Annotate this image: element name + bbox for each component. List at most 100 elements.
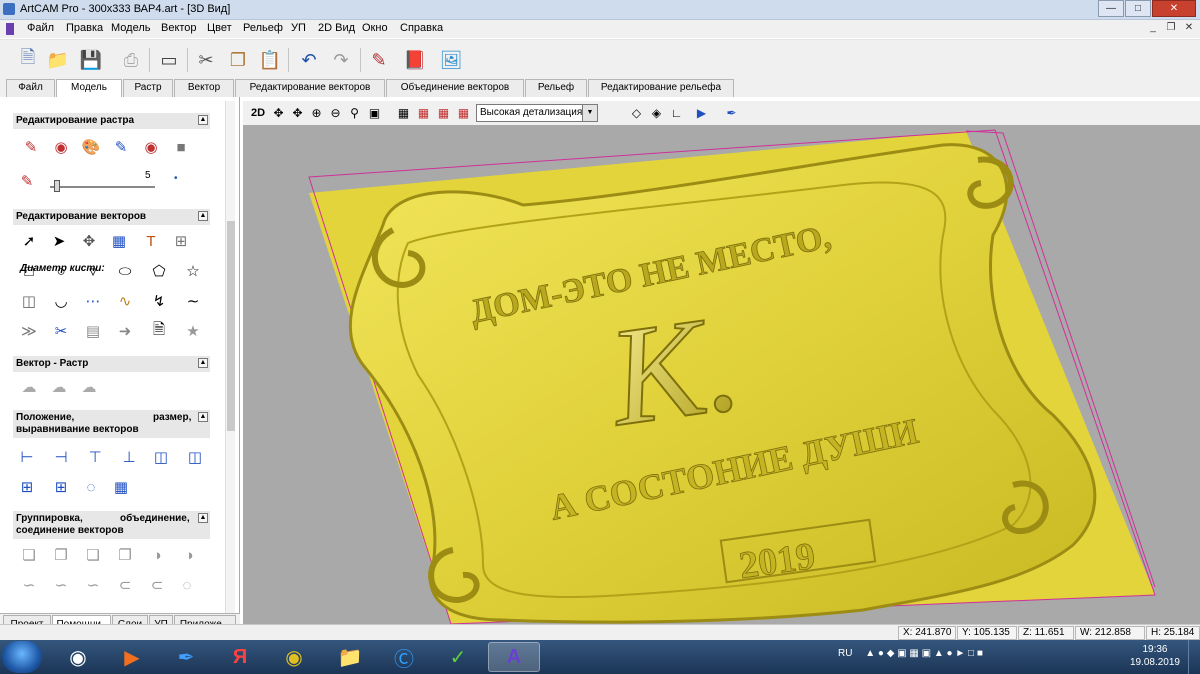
transform-icon[interactable]: ✥ [78,231,100,251]
join-icon[interactable]: ◑ [178,545,200,565]
fill-icon[interactable]: ◉ [50,137,72,157]
play-icon[interactable]: ▶ [693,104,710,121]
view-y-icon[interactable]: ▦ [435,104,452,121]
center-page-icon[interactable]: ⊞ [16,477,38,497]
tab-file[interactable]: Файл [6,79,55,97]
align-top-icon[interactable]: ⊤ [84,447,106,467]
frame-icon[interactable]: ▭ [156,47,182,73]
wizard-icon[interactable]: 🖼 [438,47,464,73]
brush-diameter-slider[interactable] [50,180,155,192]
star-icon[interactable]: ☆ [182,261,204,281]
menu-relief[interactable]: Рельеф [243,22,283,34]
menu-model[interactable]: Модель [111,22,150,34]
palette-icon[interactable]: 🎨 [80,137,102,157]
start-button[interactable] [2,641,42,673]
fit-view-icon[interactable]: ▣ [366,104,383,121]
zoom-in-icon[interactable]: ⊕ [308,104,325,121]
menu-2d-view[interactable]: 2D Вид [318,22,355,34]
mdi-doc-icon[interactable] [6,23,14,35]
align-bottom-icon[interactable]: ⊥ [118,447,140,467]
menu-edit[interactable]: Правка [66,22,103,34]
skype-icon[interactable]: Ⓒ [378,642,430,672]
tab-model[interactable]: Модель [56,79,122,98]
mdi-restore-button[interactable]: ❐ [1162,21,1180,36]
green-app-icon[interactable]: ✓ [432,642,484,672]
tab-vector-merge[interactable]: Объединение векторов [386,79,524,97]
explorer-folder-icon[interactable]: 📁 [324,642,376,672]
ungroup-icon[interactable]: ❐ [50,545,72,565]
star-shape-icon[interactable]: ★ [182,321,204,341]
frame-vector-icon[interactable]: ◫ [18,291,40,311]
rasterize-icon[interactable]: ☁ [48,377,70,397]
bezier-icon[interactable]: ↯ [148,291,170,311]
new-file-icon[interactable]: 🗎 [15,47,41,73]
vectorize-icon[interactable]: ☁ [18,377,40,397]
group-icon[interactable]: ❏ [18,545,40,565]
trace-icon[interactable]: ◌ [176,575,198,595]
chrome-icon[interactable]: ◉ [268,642,320,672]
points-icon[interactable]: ⋯ [82,291,104,311]
zoom-window-icon[interactable]: ⚲ [346,104,363,121]
language-indicator[interactable]: RU [838,648,852,659]
fillet-icon[interactable]: ▤ [82,321,104,341]
minimize-button[interactable]: — [1098,0,1124,17]
edit-icon[interactable]: ✎ [366,47,392,73]
close-button[interactable]: ✕ [1152,0,1196,17]
text-tool-icon[interactable]: T [140,231,162,251]
circle-array-icon[interactable]: ◌ [80,477,102,497]
polyline-icon[interactable]: ▿ [82,261,104,281]
view-x-icon[interactable]: ▦ [415,104,432,121]
section-position[interactable]: Положение, размер, ▲ выравнивание вектор… [13,410,210,438]
open-folder-icon[interactable]: 📁 [45,47,71,73]
section-vector-edit[interactable]: Редактирование векторов ▲ [13,209,210,225]
pencil-icon[interactable]: ✎ [20,137,42,157]
smooth-vector-icon[interactable]: ⊂ [114,575,136,595]
axes-icon[interactable]: ∟ [668,104,685,121]
tab-vector[interactable]: Вектор [174,79,234,97]
rectangle-icon[interactable]: □ [18,261,40,281]
select-arrow-icon[interactable]: ➚ [18,231,40,251]
slider-knob[interactable] [54,180,60,192]
menu-vector[interactable]: Вектор [161,22,197,34]
tab-vector-editing[interactable]: Редактирование векторов [235,79,385,97]
panel-scrollbar[interactable] [225,101,235,619]
undo-icon[interactable]: ↶ [296,47,322,73]
eraser-icon[interactable]: ◉ [140,137,162,157]
show-desktop-button[interactable] [1188,640,1200,674]
cut-icon[interactable]: ✂ [193,47,219,73]
join-vectors-icon[interactable]: ∽ [18,575,40,595]
menu-color[interactable]: Цвет [207,22,232,34]
pan-icon[interactable]: ✥ [270,104,287,121]
2d-view-button[interactable]: 2D [247,104,269,121]
yandex-icon[interactable]: Я [214,642,266,672]
wireframe-icon[interactable]: ◇ [628,104,645,121]
redo-icon[interactable]: ↷ [328,47,354,73]
close-vector-icon[interactable]: ∽ [50,575,72,595]
gradient-icon[interactable]: ■ [170,137,192,157]
tab-relief[interactable]: Рельеф [525,79,587,97]
subtract-icon[interactable]: ❐ [114,545,136,565]
align-right-icon[interactable]: ⊣ [50,447,72,467]
system-clock[interactable]: 19:36 19.08.2019 [1130,643,1180,669]
media-player-icon[interactable]: ▶ [106,642,158,672]
print-icon[interactable]: ⎙ [118,47,144,73]
menu-help[interactable]: Справка [400,22,443,34]
firefox-icon[interactable]: ◉ [52,642,104,672]
section-grouping[interactable]: Группировка, объединение, ▲ соединение в… [13,511,210,539]
grid-icon[interactable]: ⊞ [170,231,192,251]
book-icon[interactable]: 📕 [402,47,428,73]
tray-icons[interactable]: ▲ ● ◆ ▣ ▦ ▣ ▲ ● ► □ ■ [865,648,983,659]
trim-icon[interactable]: ✂ [50,321,72,341]
detail-level-select[interactable]: Высокая детализация ▼ [476,104,598,122]
copy-icon[interactable]: ❐ [225,47,251,73]
weld-icon[interactable]: ❏ [82,545,104,565]
polygon-icon[interactable]: ⬠ [148,261,170,281]
maximize-button[interactable]: □ [1125,0,1151,17]
brush-swap-icon[interactable]: ✎ [110,137,132,157]
fit-vector-icon[interactable]: ⊂ [146,575,168,595]
spline-icon[interactable]: ∼ [182,291,204,311]
nesting-icon[interactable]: ▦ [110,477,132,497]
line-icon[interactable]: ➜ [114,321,136,341]
mdi-close-button[interactable]: ✕ [1180,21,1198,36]
align-hcenter-icon[interactable]: ◫ [150,447,172,467]
